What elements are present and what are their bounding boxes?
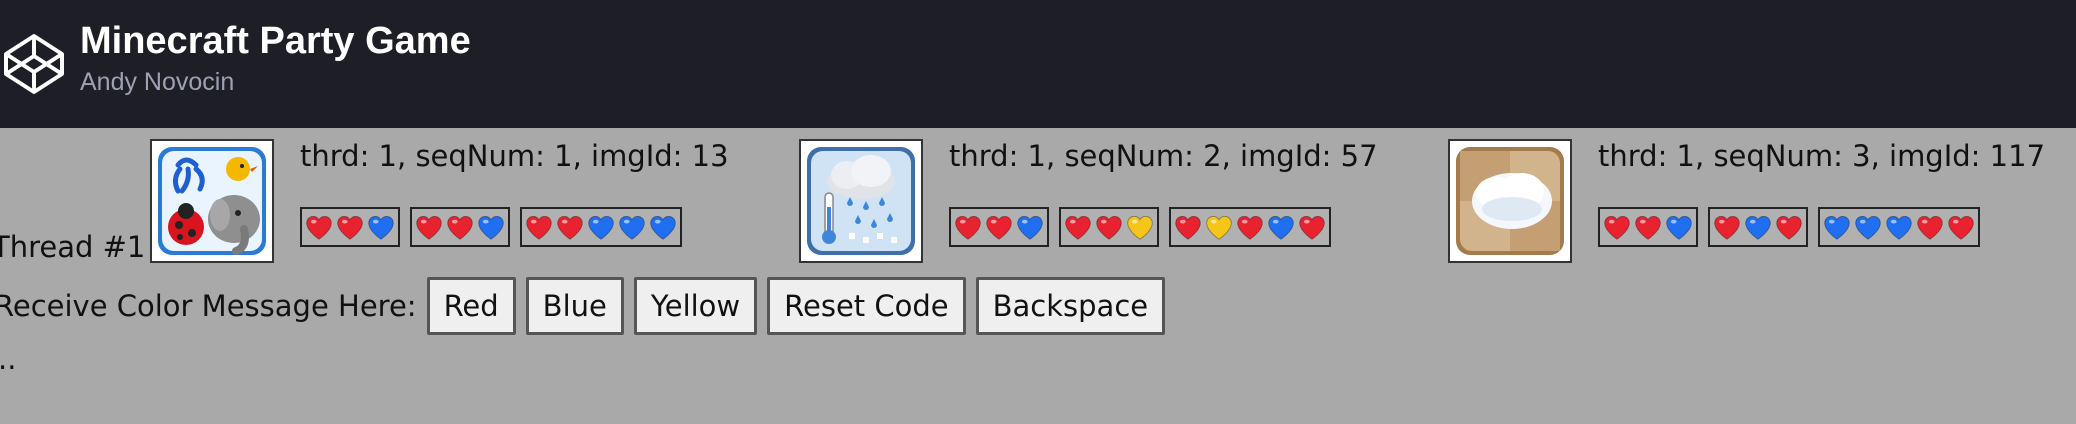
blue-heart-icon xyxy=(1017,215,1043,240)
color-code xyxy=(1818,207,1980,247)
red-button[interactable]: Red xyxy=(426,277,516,335)
card-meta: thrd: 1, seqNum: 2, imgId: 57 xyxy=(949,139,1378,173)
blue-heart-icon xyxy=(1745,215,1771,240)
blue-heart-icon xyxy=(478,215,504,240)
blue-heart-icon xyxy=(1886,215,1912,240)
card-codes xyxy=(1598,207,1980,247)
blue-heart-icon xyxy=(619,215,645,240)
color-code xyxy=(1708,207,1808,247)
color-code xyxy=(1169,207,1331,247)
color-code xyxy=(410,207,510,247)
blue-heart-icon xyxy=(650,215,676,240)
weather-icon xyxy=(807,147,915,255)
header-bar: Minecraft Party Game Andy Novocin xyxy=(0,0,2076,128)
reset-code-button[interactable]: Reset Code xyxy=(767,277,966,335)
red-heart-icon xyxy=(1776,215,1802,240)
red-heart-icon xyxy=(986,215,1012,240)
color-code xyxy=(300,207,400,247)
red-heart-icon xyxy=(1635,215,1661,240)
card-meta: thrd: 1, seqNum: 1, imgId: 13 xyxy=(300,139,729,173)
cloud-icon xyxy=(1456,147,1564,255)
red-heart-icon xyxy=(447,215,473,240)
red-heart-icon xyxy=(955,215,981,240)
red-heart-icon xyxy=(1604,215,1630,240)
red-heart-icon xyxy=(1096,215,1122,240)
yellow-heart-icon xyxy=(1206,215,1232,240)
red-heart-icon xyxy=(306,215,332,240)
red-heart-icon xyxy=(1948,215,1974,240)
blue-heart-icon xyxy=(1268,215,1294,240)
color-code xyxy=(1059,207,1159,247)
red-heart-icon xyxy=(1065,215,1091,240)
color-code xyxy=(520,207,682,247)
red-heart-icon xyxy=(1299,215,1325,240)
thread-label: Thread #1 xyxy=(0,230,146,264)
blue-heart-icon xyxy=(368,215,394,240)
receive-label: Receive Color Message Here: xyxy=(0,289,417,323)
card-thumbnail xyxy=(799,139,923,263)
card-codes xyxy=(300,207,682,247)
receive-row: Receive Color Message Here: Red Blue Yel… xyxy=(0,276,1166,336)
blue-heart-icon xyxy=(588,215,614,240)
codepen-logo-icon[interactable] xyxy=(2,32,66,96)
blue-heart-icon xyxy=(1824,215,1850,240)
app-title[interactable]: Minecraft Party Game xyxy=(80,20,471,63)
card-codes xyxy=(949,207,1331,247)
red-heart-icon xyxy=(557,215,583,240)
card-meta: thrd: 1, seqNum: 3, imgId: 117 xyxy=(1598,139,2046,173)
animals-icon xyxy=(158,147,266,255)
yellow-button[interactable]: Yellow xyxy=(633,277,758,335)
blue-heart-icon xyxy=(1666,215,1692,240)
author-link[interactable]: Andy Novocin xyxy=(80,68,234,97)
card-thumbnail xyxy=(1448,139,1572,263)
blue-button[interactable]: Blue xyxy=(525,277,624,335)
yellow-heart-icon xyxy=(1127,215,1153,240)
red-heart-icon xyxy=(1237,215,1263,240)
red-heart-icon xyxy=(1714,215,1740,240)
red-heart-icon xyxy=(526,215,552,240)
red-heart-icon xyxy=(337,215,363,240)
backspace-button[interactable]: Backspace xyxy=(975,277,1166,335)
red-heart-icon xyxy=(1917,215,1943,240)
blue-heart-icon xyxy=(1855,215,1881,240)
status-text: .. xyxy=(0,342,17,376)
red-heart-icon xyxy=(1175,215,1201,240)
color-code xyxy=(949,207,1049,247)
card-thumbnail xyxy=(150,139,274,263)
color-code xyxy=(1598,207,1698,247)
red-heart-icon xyxy=(416,215,442,240)
